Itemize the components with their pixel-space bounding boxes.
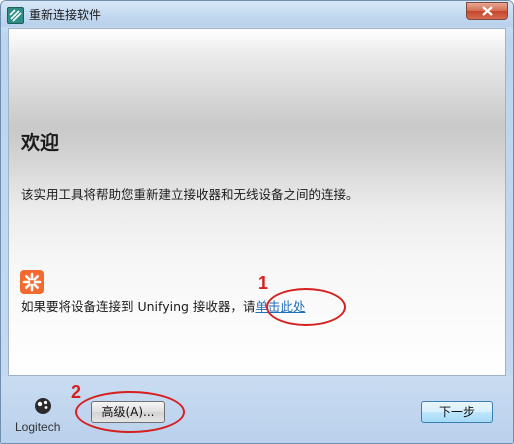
- next-button[interactable]: 下一步: [421, 401, 493, 423]
- unifying-icon: [20, 270, 44, 294]
- window-title: 重新连接软件: [29, 8, 102, 22]
- advanced-button[interactable]: 高级(A)...: [91, 401, 165, 423]
- description-text: 该实用工具将帮助您重新建立接收器和无线设备之间的连接。: [21, 187, 359, 202]
- close-button[interactable]: [466, 2, 508, 20]
- logo-text: Logitech: [15, 420, 61, 434]
- page-title: 欢迎: [21, 132, 60, 154]
- logitech-logo-icon: [35, 398, 51, 414]
- unifying-instruction: 如果要将设备连接到 Unifying 接收器，请单击此处: [21, 296, 305, 315]
- logitech-logo: Logitech: [15, 394, 75, 436]
- app-window: 重新连接软件 欢迎 该实用工具将帮助您重新建立接收器和无线设备之间的连接。 如果…: [0, 0, 514, 444]
- close-icon: [482, 6, 493, 16]
- unifying-instruction-text: 如果要将设备连接到 Unifying 接收器，请: [21, 299, 256, 314]
- click-here-link[interactable]: 单击此处: [255, 299, 305, 314]
- title-bar: 重新连接软件: [1, 1, 513, 27]
- app-icon: [7, 7, 24, 24]
- annotation-marker-1: 1: [258, 273, 269, 293]
- wizard-content-panel: 欢迎 该实用工具将帮助您重新建立接收器和无线设备之间的连接。 如果要将设备连接到…: [8, 28, 506, 376]
- annotation-marker-2: 2: [71, 382, 82, 402]
- footer-bar: Logitech 2 高级(A)... 下一步: [1, 376, 513, 443]
